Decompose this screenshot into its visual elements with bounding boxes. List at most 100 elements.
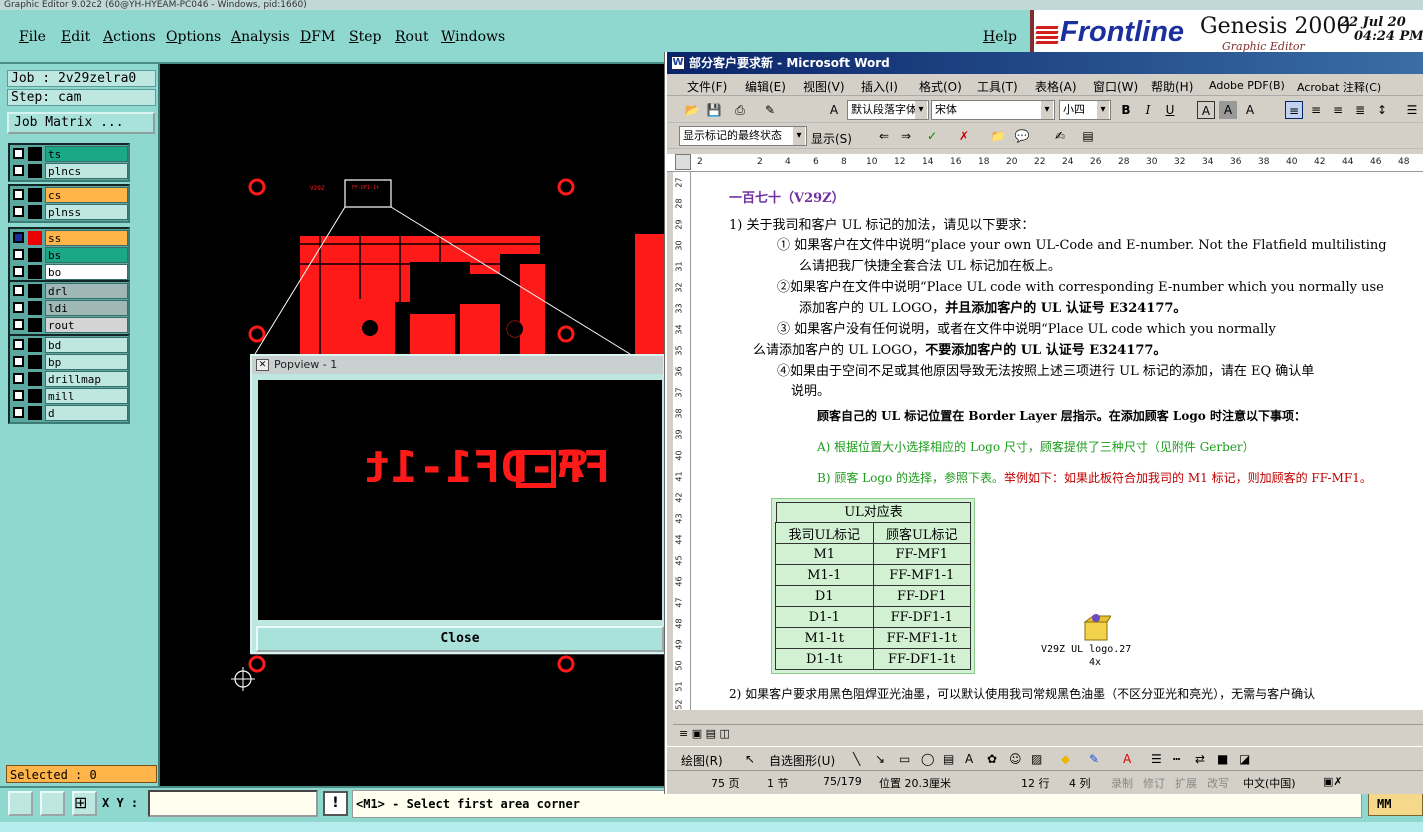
layer-row[interactable]: drillmap: [10, 371, 128, 387]
xy-input[interactable]: [148, 790, 318, 817]
diagram-icon[interactable]: ✿: [987, 752, 997, 766]
layer-checkbox[interactable]: [13, 232, 24, 243]
arrow-style-icon[interactable]: ⇄: [1195, 752, 1205, 766]
layer-row[interactable]: bd: [10, 337, 128, 353]
format-painter-icon[interactable]: ✎: [761, 101, 779, 119]
folder-icon[interactable]: 📁: [989, 127, 1007, 145]
layer-checkbox[interactable]: [13, 390, 24, 401]
word-menu-insert[interactable]: 插入(I): [861, 78, 898, 95]
layer-row[interactable]: d: [10, 405, 128, 421]
word-app-icon[interactable]: W: [671, 56, 685, 70]
layer-row[interactable]: mill: [10, 388, 128, 404]
zoom-area-icon[interactable]: [8, 791, 33, 816]
layer-checkbox[interactable]: [13, 189, 24, 200]
layer-name[interactable]: drl: [45, 283, 128, 299]
rectangle-icon[interactable]: ▭: [899, 752, 910, 766]
layer-row[interactable]: bs: [10, 247, 128, 263]
print-icon[interactable]: ⎙: [731, 101, 749, 119]
accept-change-icon[interactable]: ✓: [923, 127, 941, 145]
window-menu-icon[interactable]: ✕: [256, 359, 269, 371]
3d-icon[interactable]: ◪: [1239, 752, 1250, 766]
horizontal-ruler[interactable]: 2 2 4 6 8 10 12 14 16 18 20 22 24 26 28 …: [667, 154, 1423, 172]
word-menu-file[interactable]: 文件(F): [687, 78, 727, 95]
word-menu-window[interactable]: 窗口(W): [1093, 78, 1138, 95]
menu-analysis[interactable]: Analysis: [231, 29, 290, 45]
wordart-icon[interactable]: A: [965, 752, 973, 766]
layer-checkbox[interactable]: [13, 165, 24, 176]
style-combo[interactable]: 默认段落字体: [847, 100, 929, 120]
oval-icon[interactable]: ◯: [921, 752, 934, 766]
layer-row[interactable]: plnss: [10, 204, 128, 220]
layer-row[interactable]: ts: [10, 146, 128, 162]
measure-icon[interactable]: [40, 791, 65, 816]
popview-canvas[interactable]: FF-DF1-1t R: [256, 378, 664, 622]
menu-dfm[interactable]: DFM: [300, 29, 335, 45]
word-menu-adobe-pdf[interactable]: Adobe PDF(B): [1209, 79, 1285, 92]
layer-checkbox[interactable]: [13, 266, 24, 277]
layer-row[interactable]: bp: [10, 354, 128, 370]
line-spacing-icon[interactable]: ↕: [1373, 101, 1391, 119]
status-extend[interactable]: 扩展: [1175, 775, 1197, 791]
justify-icon[interactable]: ≣: [1351, 101, 1369, 119]
status-record[interactable]: 录制: [1111, 775, 1133, 791]
line-color-icon[interactable]: ✎: [1089, 752, 1099, 766]
menu-step[interactable]: Step: [349, 29, 381, 45]
layer-name[interactable]: drillmap: [45, 371, 128, 387]
layer-checkbox[interactable]: [13, 339, 24, 350]
menu-edit[interactable]: Edit: [61, 29, 90, 45]
layer-row[interactable]: ss: [10, 230, 128, 246]
menu-options[interactable]: Options: [166, 29, 221, 45]
show-markup-button[interactable]: 显示(S): [811, 130, 852, 147]
layer-checkbox[interactable]: [13, 373, 24, 384]
horizontal-scrollbar[interactable]: ≡ ▣ ▤ ◫: [673, 724, 1423, 742]
layer-row[interactable]: ldi: [10, 300, 128, 316]
word-menu-table[interactable]: 表格(A): [1035, 78, 1077, 95]
job-matrix-button[interactable]: Job Matrix ...: [7, 112, 155, 134]
line-style-icon[interactable]: ☰: [1151, 752, 1162, 766]
numbering-icon[interactable]: ☰: [1403, 101, 1421, 119]
layer-row[interactable]: cs: [10, 187, 128, 203]
word-menu-format[interactable]: 格式(O): [919, 78, 962, 95]
vertical-ruler[interactable]: 27 28 29 30 31 32 33 34 35 36 37 38 39 4…: [673, 172, 691, 710]
close-button[interactable]: Close: [256, 626, 664, 652]
picture-icon[interactable]: ▨: [1031, 752, 1042, 766]
alert-icon[interactable]: !: [323, 791, 348, 816]
align-right-icon[interactable]: ≡: [1329, 101, 1347, 119]
embedded-package-icon[interactable]: [1081, 612, 1112, 642]
bold-icon[interactable]: B: [1117, 101, 1135, 119]
layer-row[interactable]: plncs: [10, 163, 128, 179]
layer-checkbox[interactable]: [13, 148, 24, 159]
layer-checkbox[interactable]: [13, 206, 24, 217]
document-body[interactable]: 一百七十（V29Z） 1) 关于我司和客户 UL 标记的加法，请见以下要求： ①…: [691, 172, 1423, 710]
status-revision[interactable]: 修订: [1143, 775, 1165, 791]
menu-help[interactable]: Help: [983, 29, 1017, 45]
draw-menu[interactable]: 绘图(R): [681, 752, 723, 769]
font-combo[interactable]: 宋体: [931, 100, 1055, 120]
textbox-icon[interactable]: ▤: [943, 752, 954, 766]
grid-icon[interactable]: ⊞: [72, 791, 97, 816]
fill-color-icon[interactable]: ◆: [1061, 752, 1070, 766]
next-change-icon[interactable]: ⇒: [897, 127, 915, 145]
layer-checkbox[interactable]: [13, 356, 24, 367]
char-scale-icon[interactable]: A: [1241, 101, 1259, 119]
clipart-icon[interactable]: ☺: [1009, 752, 1022, 766]
layer-checkbox[interactable]: [13, 319, 24, 330]
layer-name[interactable]: bp: [45, 354, 128, 370]
word-menu-edit[interactable]: 编辑(E): [745, 78, 786, 95]
line-icon[interactable]: ╲: [853, 752, 860, 766]
layer-name[interactable]: mill: [45, 388, 128, 404]
word-menu-view[interactable]: 视图(V): [803, 78, 845, 95]
view-mode-icons[interactable]: ≡ ▣ ▤ ◫: [679, 727, 730, 740]
char-shading-icon[interactable]: A: [1219, 101, 1237, 119]
layer-name[interactable]: plnss: [45, 204, 128, 220]
menu-windows[interactable]: Windows: [441, 29, 505, 45]
reviewing-pane-icon[interactable]: ▤: [1079, 127, 1097, 145]
layer-checkbox[interactable]: [13, 302, 24, 313]
menu-actions[interactable]: Actions: [103, 29, 156, 45]
save-icon[interactable]: 💾: [705, 101, 723, 119]
char-border-icon[interactable]: A: [1197, 101, 1215, 119]
word-menu-tools[interactable]: 工具(T): [977, 78, 1018, 95]
markup-combo[interactable]: 显示标记的最终状态: [679, 126, 807, 146]
status-overtype[interactable]: 改写: [1207, 775, 1229, 791]
word-menu-help[interactable]: 帮助(H): [1151, 78, 1193, 95]
